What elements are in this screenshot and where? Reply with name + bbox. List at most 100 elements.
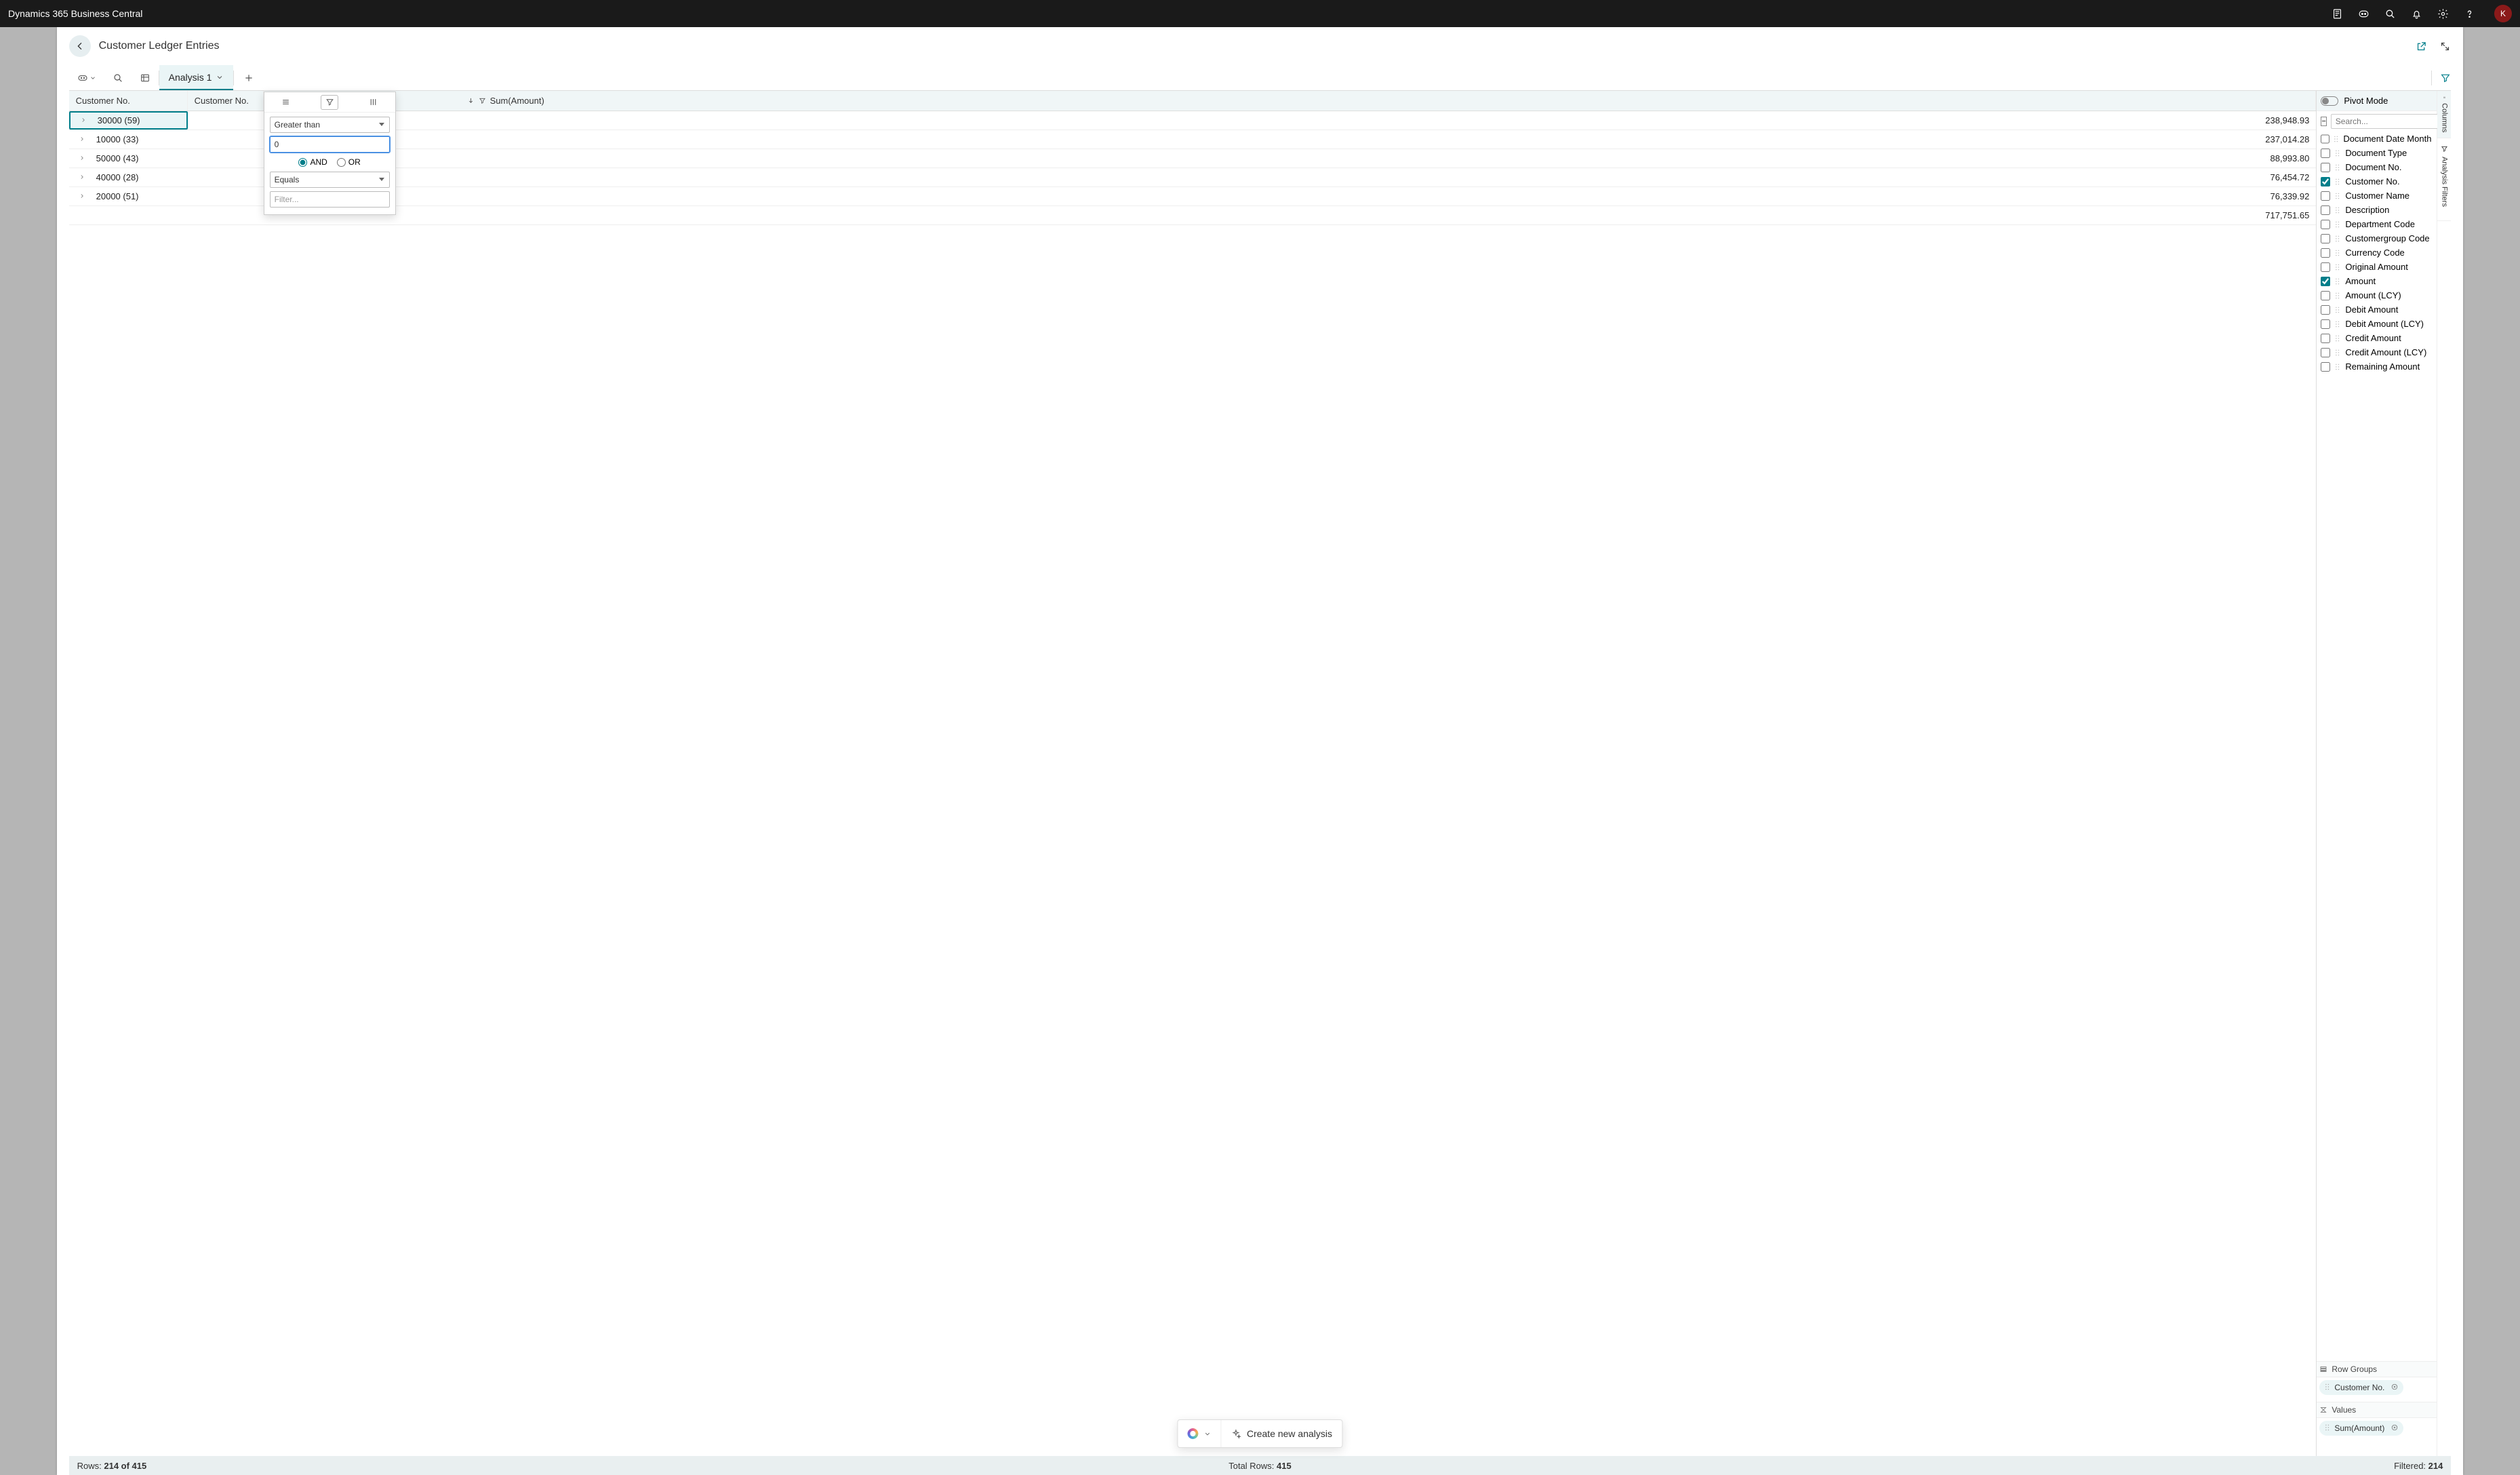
popout-icon[interactable] <box>2416 41 2427 52</box>
tab-analysis-1[interactable]: Analysis 1 <box>159 65 234 90</box>
drag-handle-icon[interactable] <box>2334 193 2341 199</box>
filter-tab-columns-icon[interactable] <box>364 95 382 110</box>
filter-op1-select[interactable]: Greater than <box>270 117 390 133</box>
table-row[interactable]: 40000 (28)76,454.72 <box>69 168 2317 187</box>
field-item[interactable]: Document Type <box>2318 146 2435 160</box>
field-list[interactable]: Document Date Month▲Document TypeDocumen… <box>2317 132 2437 1361</box>
drag-handle-icon[interactable] <box>2334 278 2341 285</box>
field-checkbox[interactable] <box>2321 262 2330 272</box>
field-checkbox[interactable] <box>2321 149 2330 158</box>
filter-tab-funnel-icon[interactable] <box>321 95 338 110</box>
filter-join-and[interactable]: AND <box>298 157 327 167</box>
filter-join-or[interactable]: OR <box>337 157 361 167</box>
user-avatar[interactable]: K <box>2494 5 2512 22</box>
drag-handle-icon[interactable] <box>2334 292 2341 299</box>
search-toolbar-button[interactable] <box>104 65 132 90</box>
drag-handle-icon[interactable] <box>2334 178 2341 185</box>
group-expand-cell[interactable]: 20000 (51) <box>69 187 188 205</box>
drag-handle-icon[interactable] <box>2325 1423 2330 1433</box>
rail-tab-analysis-filters[interactable]: Analysis Filters <box>2437 138 2451 221</box>
column-header-sum-amount[interactable]: Sum(Amount) <box>460 91 2317 111</box>
drag-handle-icon[interactable] <box>2325 1383 2330 1392</box>
group-expand-cell[interactable]: 40000 (28) <box>69 168 188 186</box>
notifications-icon[interactable] <box>2411 8 2422 20</box>
back-button[interactable] <box>69 35 91 57</box>
drag-handle-icon[interactable] <box>2334 235 2341 242</box>
grid-body[interactable]: 30000 (59)238,948.9310000 (33)237,014.28… <box>69 111 2317 1456</box>
field-search-input[interactable] <box>2331 114 2445 129</box>
filter-val1-input[interactable] <box>270 136 390 153</box>
field-item[interactable]: Customer No. <box>2318 174 2435 189</box>
row-groups-dropzone[interactable]: Customer No. <box>2317 1377 2437 1402</box>
field-item[interactable]: Document Date Month▲ <box>2318 132 2435 146</box>
collapse-icon[interactable] <box>2439 41 2451 52</box>
chevron-right-icon[interactable] <box>79 172 85 182</box>
chevron-right-icon[interactable] <box>79 191 85 201</box>
drag-handle-icon[interactable] <box>2334 150 2341 157</box>
help-icon[interactable] <box>2464 8 2475 20</box>
field-item[interactable]: Department Code <box>2318 217 2435 231</box>
filter-operator-2[interactable]: Equals <box>270 172 390 188</box>
chevron-right-icon[interactable] <box>79 134 85 144</box>
field-checkbox[interactable] <box>2321 334 2330 343</box>
field-item[interactable]: Document No. <box>2318 160 2435 174</box>
field-item[interactable]: Debit Amount (LCY) <box>2318 317 2435 331</box>
drag-handle-icon[interactable] <box>2334 221 2341 228</box>
field-checkbox[interactable] <box>2321 177 2330 186</box>
field-item[interactable]: Amount (LCY) <box>2318 288 2435 302</box>
field-checkbox[interactable] <box>2321 305 2330 315</box>
field-item[interactable]: Description <box>2318 203 2435 217</box>
field-checkbox[interactable] <box>2321 248 2330 258</box>
filter-op2-select[interactable]: Equals <box>270 172 390 188</box>
rail-tab-columns[interactable]: Columns <box>2437 91 2451 138</box>
copilot-header-icon[interactable] <box>2358 8 2369 20</box>
field-item[interactable]: Original Amount <box>2318 260 2435 274</box>
remove-chip-icon[interactable] <box>2391 1423 2398 1433</box>
filter-val2-input[interactable] <box>270 191 390 208</box>
add-analysis-tab-button[interactable] <box>234 65 264 90</box>
settings-icon[interactable] <box>2437 8 2449 20</box>
drag-handle-icon[interactable] <box>2334 264 2341 271</box>
field-checkbox[interactable] <box>2321 220 2330 229</box>
drag-handle-icon[interactable] <box>2334 335 2341 342</box>
chevron-right-icon[interactable] <box>80 115 87 125</box>
field-checkbox[interactable] <box>2321 348 2330 357</box>
field-checkbox[interactable] <box>2321 234 2330 243</box>
copilot-dropdown-button[interactable] <box>1178 1420 1222 1447</box>
field-checkbox[interactable] <box>2321 163 2330 172</box>
field-item[interactable]: Customer Name <box>2318 189 2435 203</box>
field-checkbox[interactable] <box>2321 319 2330 329</box>
value-chip[interactable]: Sum(Amount) <box>2319 1421 2403 1436</box>
drag-handle-icon[interactable] <box>2334 363 2341 370</box>
list-view-button[interactable] <box>132 65 159 90</box>
group-expand-cell[interactable]: 10000 (33) <box>69 130 188 149</box>
drag-handle-icon[interactable] <box>2334 164 2341 171</box>
field-item[interactable]: Credit Amount (LCY) <box>2318 345 2435 359</box>
field-item[interactable]: Remaining Amount <box>2318 359 2435 374</box>
group-expand-cell[interactable]: 30000 (59) <box>69 111 188 130</box>
create-new-analysis-button[interactable]: Create new analysis <box>1222 1420 1342 1447</box>
remove-chip-icon[interactable] <box>2391 1383 2398 1392</box>
drag-handle-icon[interactable] <box>2334 349 2341 356</box>
field-item[interactable]: Currency Code <box>2318 245 2435 260</box>
field-checkbox[interactable] <box>2321 291 2330 300</box>
column-header-group[interactable]: Customer No. <box>69 91 188 111</box>
filter-tab-menu-icon[interactable] <box>277 95 295 110</box>
field-checkbox[interactable] <box>2321 191 2330 201</box>
filter-toggle-button[interactable] <box>2440 73 2451 83</box>
drag-handle-icon[interactable] <box>2334 136 2339 142</box>
field-item[interactable]: Credit Amount <box>2318 331 2435 345</box>
collapse-all-icon[interactable]: − <box>2321 117 2326 126</box>
environment-icon[interactable] <box>2332 8 2343 20</box>
field-item[interactable]: Debit Amount <box>2318 302 2435 317</box>
drag-handle-icon[interactable] <box>2334 321 2341 328</box>
pivot-mode-toggle[interactable] <box>2321 96 2338 106</box>
table-row[interactable]: 20000 (51)76,339.92 <box>69 187 2317 206</box>
table-row[interactable]: 10000 (33)237,014.28 <box>69 130 2317 149</box>
values-dropzone[interactable]: Sum(Amount) <box>2317 1418 2437 1456</box>
chevron-right-icon[interactable] <box>79 153 85 163</box>
field-checkbox[interactable] <box>2321 134 2329 144</box>
drag-handle-icon[interactable] <box>2334 250 2341 256</box>
field-checkbox[interactable] <box>2321 277 2330 286</box>
drag-handle-icon[interactable] <box>2334 307 2341 313</box>
